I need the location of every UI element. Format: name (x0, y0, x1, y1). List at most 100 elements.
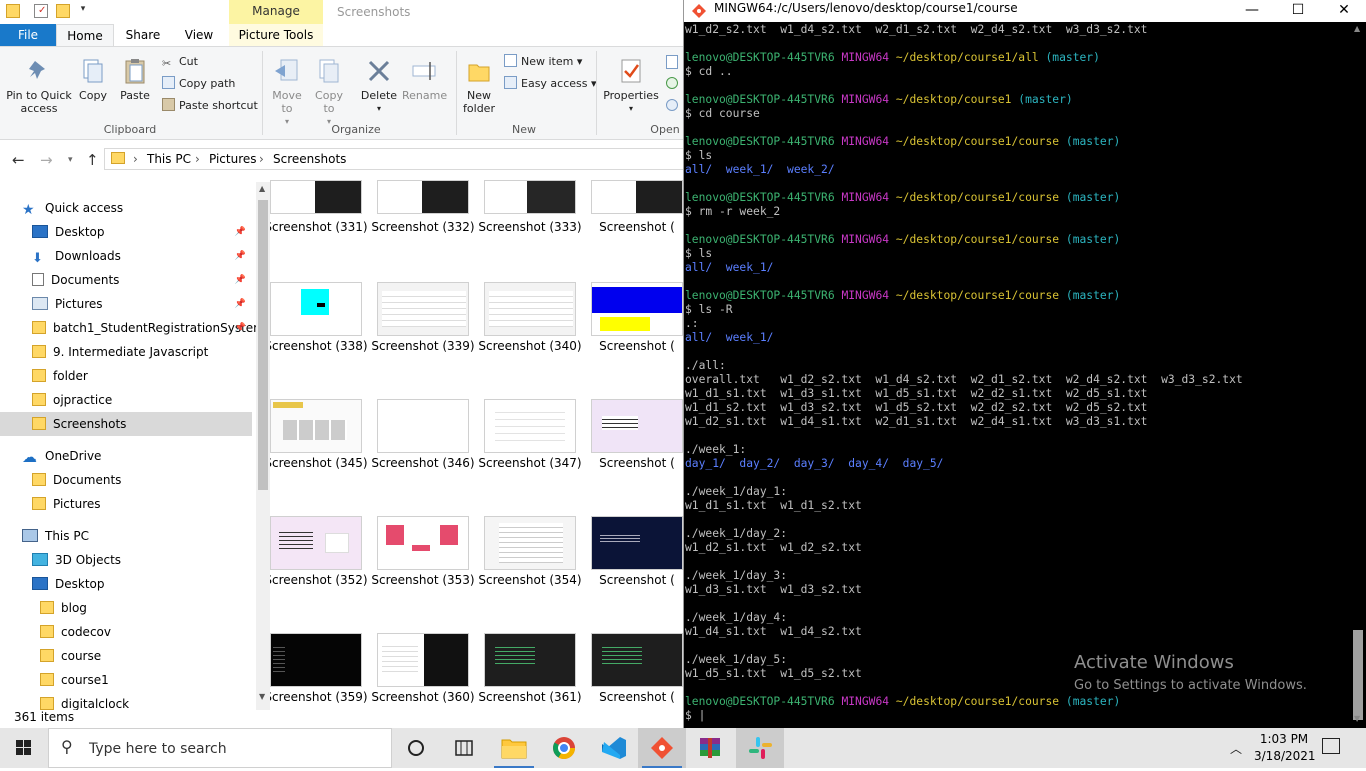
nav-item[interactable]: Desktop (0, 572, 252, 596)
nav-item[interactable]: Desktop 📌 (0, 220, 252, 244)
pin-quick-access-button[interactable]: Pin to Quick access (4, 57, 74, 115)
file-thumbnail-item[interactable]: Screenshot (353) (353, 516, 475, 626)
nav-item[interactable]: codecov (0, 620, 252, 644)
nav-item[interactable]: Documents (0, 468, 252, 492)
nav-item[interactable]: folder (0, 364, 252, 388)
scroll-down-icon[interactable]: ▼ (259, 692, 265, 701)
nav-item[interactable]: course (0, 644, 252, 668)
scroll-up-icon[interactable]: ▲ (259, 184, 265, 193)
scroll-down-icon[interactable]: ▼ (1354, 714, 1360, 723)
copy-path-button[interactable]: Copy path (162, 76, 235, 94)
nav-item[interactable]: Screenshots (0, 412, 252, 436)
properties-icon[interactable]: ✓ (34, 4, 48, 18)
tab-home[interactable]: Home (56, 24, 114, 46)
show-hidden-icons-chevron-icon[interactable]: ︿ (1230, 740, 1242, 757)
forward-arrow-icon[interactable]: → (40, 151, 53, 169)
copy-to-button[interactable]: Copy to ▾ (310, 57, 348, 128)
tab-share[interactable]: Share (116, 24, 170, 46)
winrar-taskbar-button[interactable] (686, 728, 734, 768)
system-clock[interactable]: 1:03 PM 3/18/2021 (1254, 731, 1316, 765)
scroll-up-icon[interactable]: ▲ (1354, 24, 1360, 33)
nav-item[interactable]: batch1_StudentRegistrationSystem 📌 (0, 316, 256, 340)
new-folder-button[interactable]: New folder (460, 57, 498, 115)
chrome-taskbar-button[interactable] (540, 728, 588, 768)
file-thumbnail-item[interactable]: Screenshot (360) (353, 633, 475, 710)
easy-access-button[interactable]: Easy access ▾ (504, 76, 597, 94)
vscode-taskbar-button[interactable] (590, 728, 638, 768)
terminal-scrollbar[interactable]: ▲ ▼ (1350, 22, 1366, 728)
file-thumbnail-item[interactable]: Screenshot ( (567, 516, 683, 626)
address-box[interactable]: › This PC › Pictures › Screenshots (104, 148, 683, 170)
breadcrumb-separator-icon[interactable]: › (259, 152, 264, 166)
nav-item[interactable]: ⬇ Downloads 📌 (0, 244, 252, 268)
cortana-button[interactable] (392, 728, 440, 768)
git-bash-taskbar-button[interactable] (638, 728, 686, 768)
nav-item[interactable]: course1 (0, 668, 252, 692)
cut-button[interactable]: ✂ Cut (162, 54, 198, 72)
breadcrumb-pictures[interactable]: Pictures (209, 152, 257, 166)
file-thumbnail-item[interactable]: Screenshot ( (567, 399, 683, 509)
history-icon[interactable] (666, 99, 678, 111)
new-folder-icon[interactable] (56, 4, 70, 18)
nav-item[interactable]: Pictures (0, 492, 252, 516)
slack-taskbar-button[interactable] (736, 728, 784, 768)
folder-icon[interactable] (6, 4, 20, 18)
breadcrumb-separator-icon[interactable]: › (195, 152, 200, 166)
nav-item[interactable]: ojpractice (0, 388, 252, 412)
file-explorer-taskbar-button[interactable] (490, 728, 538, 768)
move-to-button[interactable]: Move to ▾ (268, 57, 306, 128)
rename-button[interactable]: Rename (402, 57, 447, 102)
close-button[interactable]: ✕ (1321, 0, 1366, 22)
tab-view[interactable]: View (172, 24, 226, 46)
breadcrumb-separator-icon[interactable]: › (133, 152, 138, 166)
scrollbar-thumb[interactable] (258, 200, 268, 490)
new-item-button[interactable]: New item ▾ (504, 54, 582, 72)
tab-picture-tools[interactable]: Picture Tools (229, 24, 323, 46)
file-thumbnail-item[interactable]: Screenshot ( (567, 180, 683, 290)
notification-center-icon[interactable] (1322, 738, 1340, 754)
paste-button[interactable]: Paste (116, 57, 154, 102)
recent-locations-chevron-icon[interactable]: ▾ (68, 155, 73, 165)
file-thumbnail-item[interactable]: Screenshot (333) (460, 180, 582, 290)
start-button[interactable] (0, 728, 48, 768)
file-thumbnail-item[interactable]: Screenshot ( (567, 282, 683, 392)
file-thumbnail-item[interactable]: Screenshot (346) (353, 399, 475, 509)
scrollbar-thumb[interactable] (1353, 630, 1363, 720)
nav-item[interactable]: This PC (0, 524, 252, 548)
file-thumbnail-item[interactable]: Screenshot (339) (353, 282, 475, 392)
nav-item[interactable]: 9. Intermediate Javascript (0, 340, 252, 364)
nav-item[interactable]: ☁ OneDrive (0, 444, 252, 468)
file-thumbnail-item[interactable]: Screenshot (340) (460, 282, 582, 392)
file-thumbnail-item[interactable]: Screenshot (359) (270, 633, 368, 710)
paste-shortcut-button[interactable]: Paste shortcut (162, 98, 258, 116)
nav-item[interactable]: blog (0, 596, 252, 620)
taskbar-search-box[interactable]: ⚲ Type here to search (48, 728, 392, 768)
file-thumbnail-item[interactable]: Screenshot (331) (270, 180, 368, 290)
manage-context-tab[interactable]: Manage (229, 0, 323, 24)
file-thumbnail-item[interactable]: Screenshot ( (567, 633, 683, 710)
minimize-button[interactable]: — (1229, 0, 1275, 22)
maximize-button[interactable]: ☐ (1275, 0, 1321, 22)
tab-file[interactable]: File (0, 24, 56, 46)
file-thumbnail-item[interactable]: Screenshot (352) (270, 516, 368, 626)
edit-icon[interactable] (666, 77, 678, 89)
nav-item[interactable]: ★ Quick access (0, 196, 252, 220)
file-thumbnail-item[interactable]: Screenshot (347) (460, 399, 582, 509)
delete-button[interactable]: Delete ▾ (358, 57, 400, 115)
terminal-output[interactable]: w1_d2_s2.txt w1_d4_s2.txt w2_d1_s2.txt w… (685, 23, 1350, 728)
file-thumbnail-item[interactable]: Screenshot (354) (460, 516, 582, 626)
file-thumbnail-item[interactable]: Screenshot (361) (460, 633, 582, 710)
customize-qat-icon[interactable]: ▾ (76, 4, 90, 18)
breadcrumb-screenshots[interactable]: Screenshots (273, 152, 346, 166)
breadcrumb-this-pc[interactable]: This PC (147, 152, 191, 166)
file-thumbnail-item[interactable]: Screenshot (338) (270, 282, 368, 392)
copy-button[interactable]: Copy (76, 57, 110, 102)
nav-item[interactable]: 3D Objects (0, 548, 252, 572)
file-thumbnail-item[interactable]: Screenshot (332) (353, 180, 475, 290)
file-thumbnail-item[interactable]: Screenshot (345) (270, 399, 368, 509)
back-arrow-icon[interactable]: ← (12, 151, 25, 169)
navigation-scrollbar[interactable]: ▲ ▼ (256, 182, 270, 710)
open-icon[interactable] (666, 55, 678, 69)
properties-button[interactable]: Properties ▾ (602, 57, 660, 115)
nav-item[interactable]: Documents 📌 (0, 268, 252, 292)
